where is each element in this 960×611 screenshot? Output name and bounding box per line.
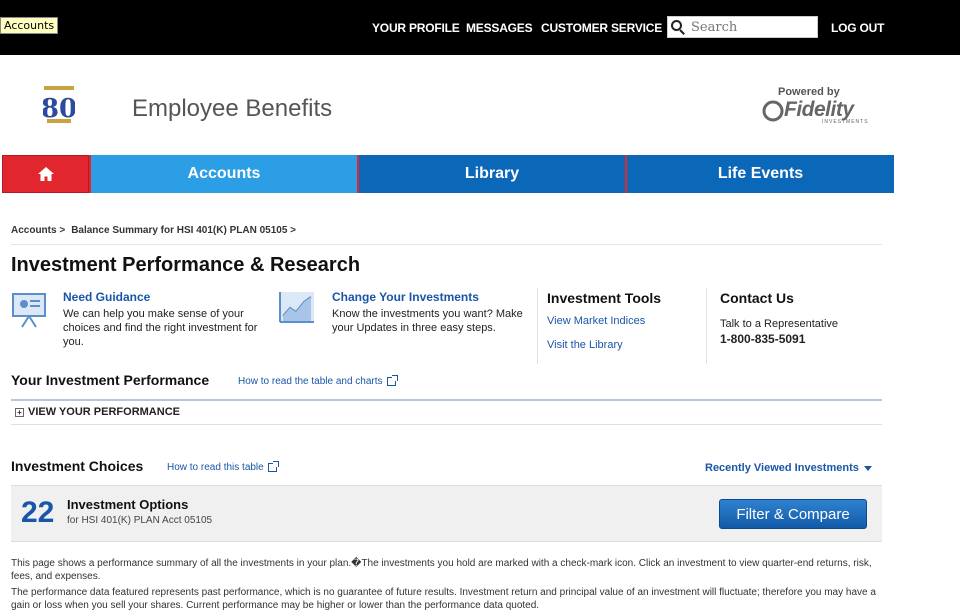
recently-viewed-dropdown[interactable]: Recently Viewed Investments: [705, 462, 872, 474]
home-tab[interactable]: [2, 155, 89, 193]
change-investments-text: Know the investments you want? Make your…: [332, 308, 523, 334]
tab-library[interactable]: Library: [357, 155, 625, 193]
main-navigation: Accounts Library Life Events: [2, 155, 894, 193]
change-investments-link[interactable]: Change Your Investments: [332, 290, 479, 304]
breadcrumb-accounts[interactable]: Accounts >: [11, 225, 65, 236]
visit-library-link[interactable]: Visit the Library: [547, 339, 623, 351]
fidelity-shield-icon: [762, 100, 784, 122]
investment-options-panel: 22 Investment Options for HSI 401(K) PLA…: [11, 485, 882, 542]
tab-accounts[interactable]: Accounts: [89, 155, 357, 193]
investment-tools-heading: Investment Tools: [547, 290, 662, 306]
recently-viewed-label[interactable]: Recently Viewed Investments: [705, 462, 859, 474]
home-icon: [37, 167, 54, 181]
tab-life-events[interactable]: Life Events: [625, 155, 894, 193]
filter-compare-button[interactable]: Filter & Compare: [719, 499, 867, 529]
log-out-link[interactable]: LOG OUT: [831, 21, 884, 35]
nav-customer-service[interactable]: CUSTOMER SERVICE: [541, 0, 662, 55]
messages-link[interactable]: MESSAGES: [466, 21, 533, 35]
nav-log-out[interactable]: LOG OUT: [831, 0, 884, 55]
fidelity-logo: Fidelity INVESTMENTS: [762, 98, 869, 125]
investment-choices-heading: Investment Choices: [11, 458, 144, 474]
performance-help-label[interactable]: How to read the table and charts: [238, 376, 383, 387]
external-link-icon: [386, 375, 398, 386]
contact-phone: 1-800-835-5091: [720, 332, 806, 346]
your-profile-link[interactable]: YOUR PROFILE: [372, 21, 460, 35]
need-guidance-text: We can help you make sense of your choic…: [63, 308, 258, 348]
view-market-indices-link[interactable]: View Market Indices: [547, 315, 645, 327]
breadcrumb: Accounts > Balance Summary for HSI 401(K…: [11, 225, 296, 236]
choices-help-link[interactable]: How to read this table: [167, 461, 279, 473]
divider: [11, 244, 882, 245]
contact-us-heading: Contact Us: [720, 290, 794, 306]
investment-options-count: 22: [21, 496, 55, 529]
search-box[interactable]: [667, 16, 818, 38]
company-80-years-logo: 80: [43, 86, 75, 124]
site-title: Employee Benefits: [132, 95, 333, 122]
view-performance-label[interactable]: VIEW YOUR PERFORMANCE: [28, 406, 180, 418]
column-divider: [537, 288, 538, 364]
line-chart-icon: [279, 292, 314, 323]
contact-text: Talk to a Representative: [720, 318, 839, 330]
fidelity-subtitle: INVESTMENTS: [822, 119, 869, 125]
breadcrumb-balance-summary[interactable]: Balance Summary for HSI 401(K) PLAN 0510…: [71, 225, 296, 236]
chevron-down-icon: [863, 465, 872, 471]
view-performance-toggle[interactable]: + VIEW YOUR PERFORMANCE: [15, 406, 180, 418]
search-input[interactable]: [691, 19, 811, 35]
powered-by-label: Powered by: [778, 86, 840, 98]
tooltip: Accounts: [0, 17, 59, 34]
performance-heading: Your Investment Performance: [11, 372, 210, 388]
investment-options-subtitle: for HSI 401(K) PLAN Acct 05105: [67, 515, 213, 526]
page-title: Investment Performance & Research: [11, 254, 361, 276]
presentation-board-icon: [12, 293, 46, 328]
disclaimer-performance: The performance data featured represents…: [11, 587, 876, 611]
expand-icon: +: [15, 407, 24, 417]
divider: [11, 399, 882, 401]
divider: [11, 424, 882, 425]
investment-options-title: Investment Options: [67, 497, 189, 512]
performance-help-link[interactable]: How to read the table and charts: [238, 375, 398, 387]
need-guidance-link[interactable]: Need Guidance: [63, 290, 150, 304]
disclaimer-summary: This page shows a performance summary of…: [11, 558, 872, 582]
external-link-icon: [267, 461, 279, 472]
nav-your-profile[interactable]: YOUR PROFILE: [372, 0, 460, 55]
customer-service-link[interactable]: CUSTOMER SERVICE: [541, 21, 662, 35]
nav-messages[interactable]: MESSAGES: [466, 0, 533, 55]
column-divider: [706, 288, 707, 364]
search-icon: [671, 20, 685, 35]
choices-help-label[interactable]: How to read this table: [167, 462, 264, 473]
